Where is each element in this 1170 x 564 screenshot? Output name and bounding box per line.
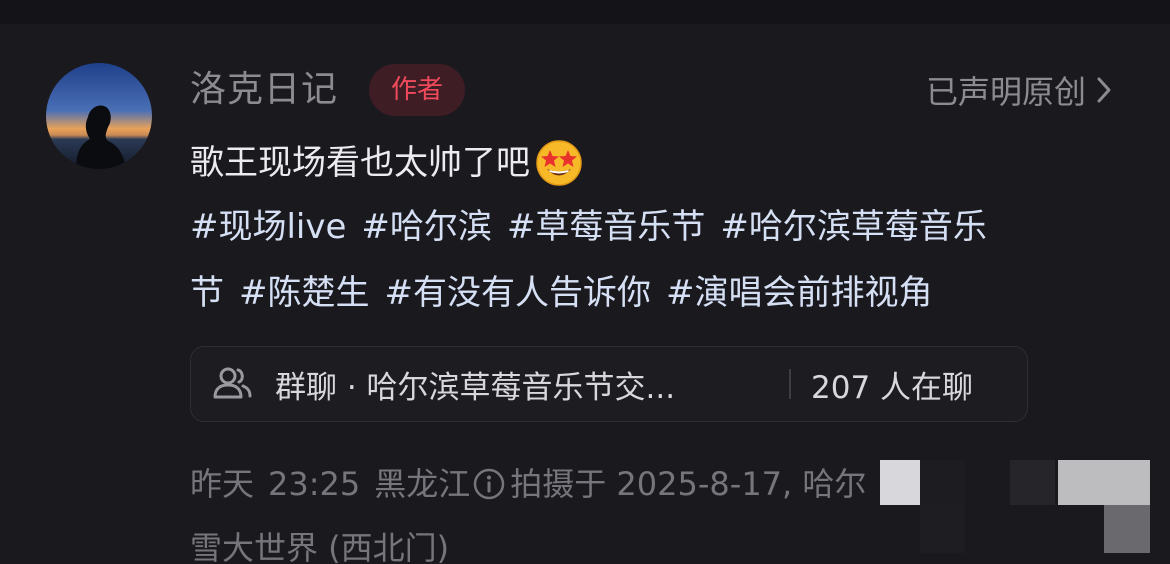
hashtag[interactable]: #有没有人告诉你 xyxy=(385,260,652,326)
avatar[interactable] xyxy=(46,63,152,169)
chevron-right-icon xyxy=(1097,77,1111,103)
author-name[interactable]: 洛克日记 xyxy=(190,64,338,116)
post-text: 歌王现场看也太帅了吧 xyxy=(190,130,1130,196)
top-bar xyxy=(0,0,1170,24)
ip-location: 黑龙江 xyxy=(374,465,471,503)
hashtag[interactable]: #哈尔滨草莓音乐 xyxy=(720,194,987,260)
original-declared-link[interactable]: 已声明原创 xyxy=(926,64,1114,116)
hashtag[interactable]: #演唱会前排视角 xyxy=(666,260,933,326)
hashtag[interactable]: #现场live xyxy=(190,194,346,260)
post-date: 昨天 xyxy=(190,465,255,503)
mosaic-redaction xyxy=(880,460,1170,560)
hashtag[interactable]: #陈楚生 xyxy=(239,260,370,326)
divider xyxy=(789,369,791,399)
group-chat-card[interactable]: 群聊 · 哈尔滨草莓音乐节交... 207 人在聊 xyxy=(190,346,1028,422)
post-body: 歌王现场看也太帅了吧 xyxy=(190,143,530,183)
avatar-image xyxy=(46,63,152,169)
post-detail: 洛克日记 作者 已声明原创 歌王现场看也太帅了吧 #现场live #哈尔滨 #草… xyxy=(0,0,1170,564)
group-chat-title: 群聊 · 哈尔滨草莓音乐节交... xyxy=(275,369,676,406)
group-chat-icon xyxy=(213,367,252,399)
info-icon[interactable] xyxy=(472,467,506,501)
shot-place[interactable]: 雪大世界 (西北门) xyxy=(190,516,449,564)
hashtag-list: #现场live #哈尔滨 #草莓音乐节 #哈尔滨草莓音乐 节 #陈楚生 #有没有… xyxy=(190,194,1130,326)
hashtag-continuation[interactable]: 节 xyxy=(190,260,224,326)
original-declared-label: 已声明原创 xyxy=(925,73,1086,111)
star-struck-emoji xyxy=(536,140,582,186)
group-chat-count: 207 人在聊 xyxy=(811,369,974,406)
hashtag[interactable]: #草莓音乐节 xyxy=(507,194,706,260)
post-meta: 昨天 23:25 黑龙江 拍摄于 2025-8-17, 哈尔 雪大世界 (西北门… xyxy=(190,452,930,564)
shot-info[interactable]: 拍摄于 2025-8-17, 哈尔 xyxy=(510,452,866,516)
author-badge: 作者 xyxy=(369,64,465,116)
post-time: 23:25 xyxy=(268,465,361,503)
hashtag[interactable]: #哈尔滨 xyxy=(361,194,492,260)
